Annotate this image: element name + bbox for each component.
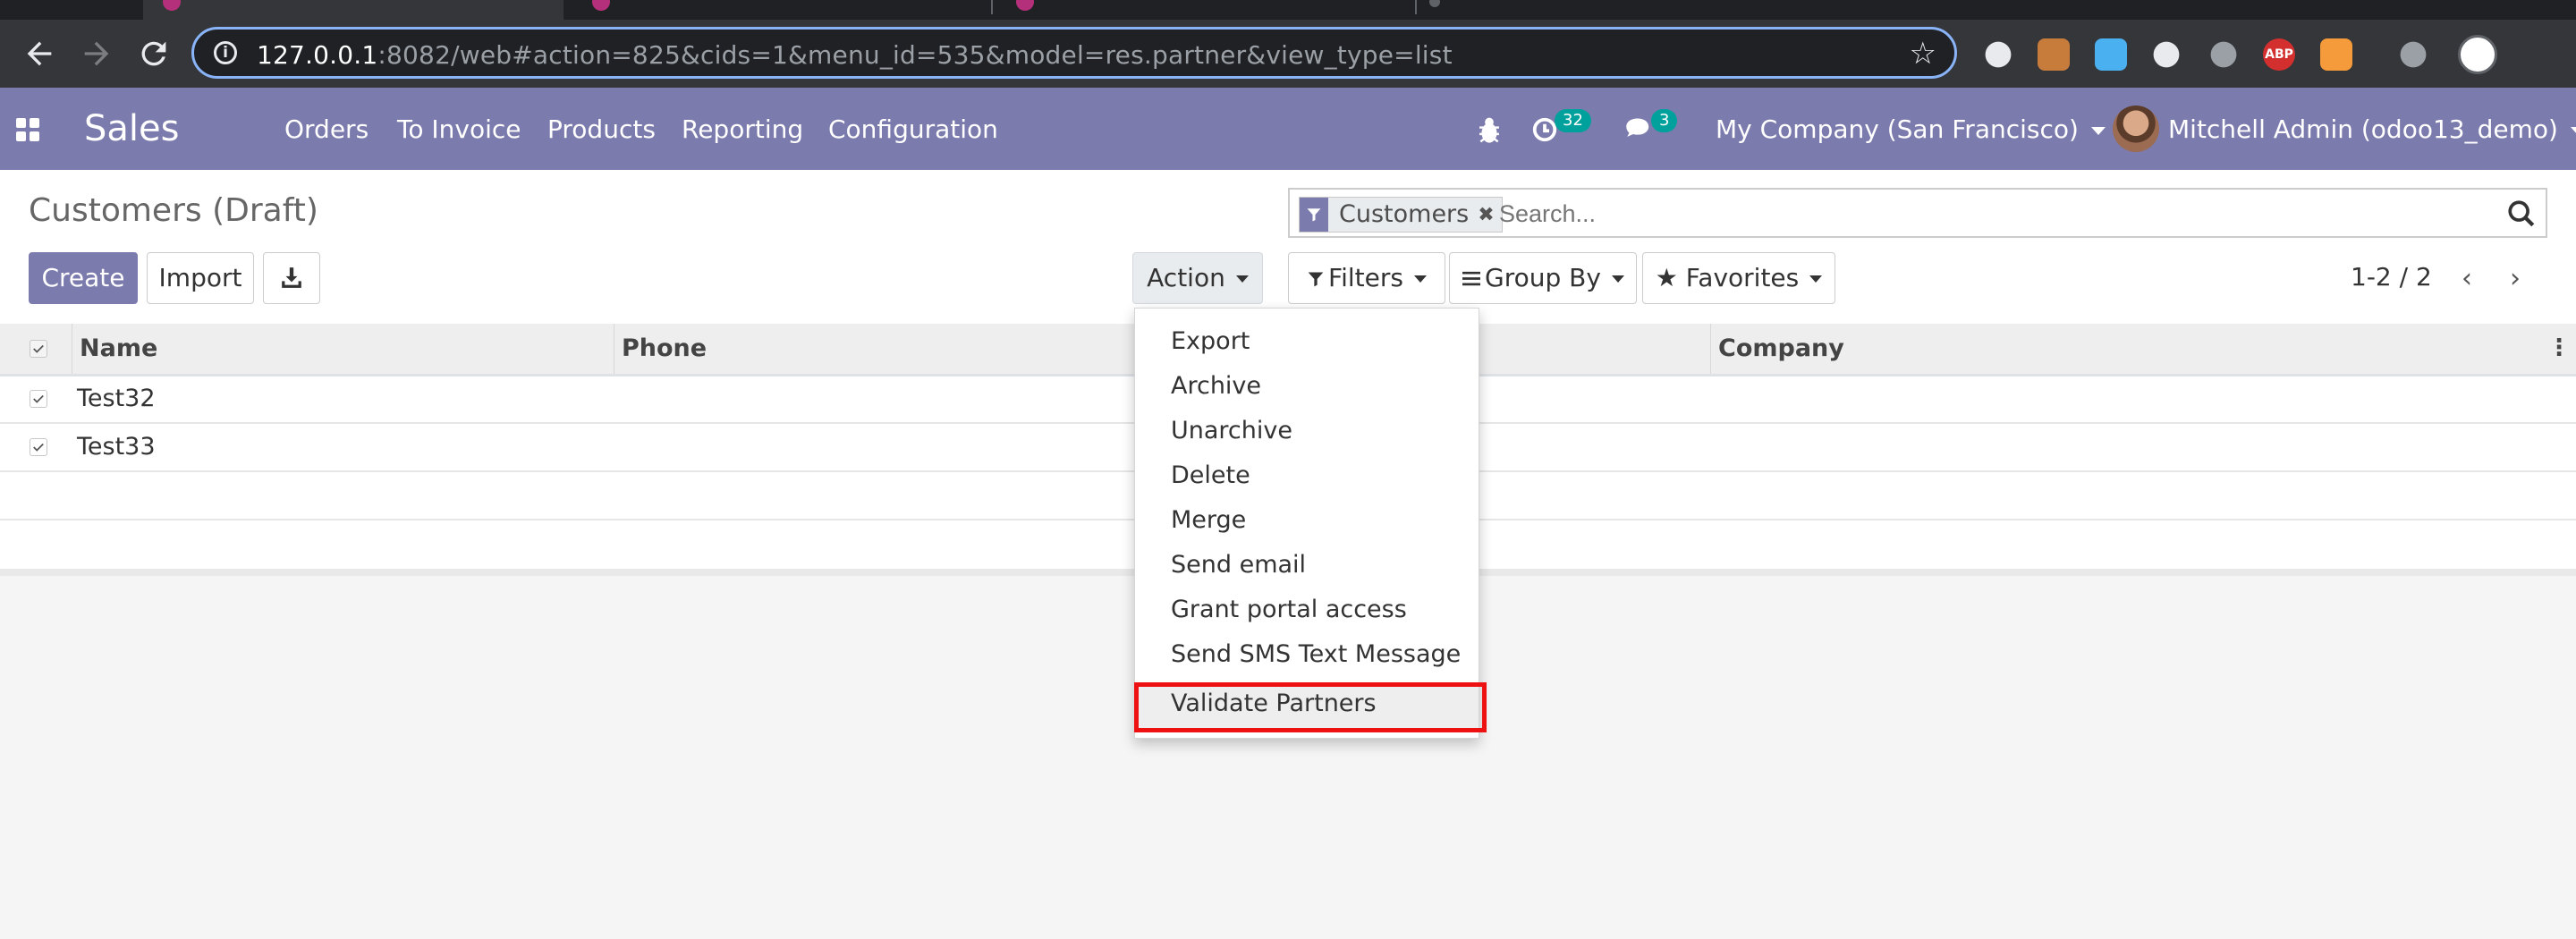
odoo-favicon-icon <box>592 0 610 11</box>
chevron-down-icon <box>1413 275 1427 283</box>
row-checkbox[interactable] <box>30 390 47 408</box>
orange-extension-icon[interactable] <box>2320 38 2352 71</box>
create-button[interactable]: Create <box>29 252 138 304</box>
reload-icon[interactable] <box>136 36 172 72</box>
column-header-name[interactable]: Name <box>72 324 614 374</box>
menu-item-send-email[interactable]: Send email <box>1171 550 1306 580</box>
bulb-icon[interactable] <box>2210 41 2237 68</box>
filters-button[interactable]: Filters <box>1288 252 1445 304</box>
menu-products[interactable]: Products <box>547 114 656 145</box>
chevron-down-icon <box>2570 126 2576 135</box>
list-bars-icon <box>1462 271 1481 286</box>
facet-label: Customers <box>1339 200 1470 228</box>
menu-item-unarchive[interactable]: Unarchive <box>1171 416 1292 446</box>
chevron-down-icon <box>1235 275 1249 283</box>
search-facet[interactable]: Customers ✖ <box>1299 197 1503 233</box>
chevron-down-icon <box>1611 275 1624 283</box>
optional-columns-icon[interactable]: ⋮ <box>2547 334 2571 361</box>
site-info-icon[interactable]: i <box>214 41 237 64</box>
chat-bubbles-icon <box>1626 118 1649 137</box>
browser-tab[interactable] <box>1422 0 1843 20</box>
debug-bug-icon[interactable] <box>1476 114 1503 145</box>
browser-tab-active[interactable] <box>143 0 564 20</box>
grid-extension-icon[interactable] <box>2153 41 2180 68</box>
bookmark-star-icon[interactable]: ☆ <box>1910 38 1936 69</box>
breadcrumb: Customers (Draft) <box>29 192 318 229</box>
chevron-right-icon[interactable]: › <box>2510 263 2521 294</box>
company-switcher[interactable]: My Company (San Francisco) <box>1716 114 2106 145</box>
select-all-checkbox[interactable] <box>30 340 47 358</box>
app-brand[interactable]: Sales <box>84 106 179 152</box>
adblock-icon[interactable]: ABP <box>2263 38 2295 71</box>
menu-item-merge[interactable]: Merge <box>1171 505 1246 536</box>
menu-item-send-sms[interactable]: Send SMS Text Message <box>1171 639 1461 670</box>
download-button[interactable] <box>263 252 320 304</box>
chevron-down-icon <box>1809 275 1823 283</box>
tab-favicon-icon <box>1429 0 1440 7</box>
menu-item-export[interactable]: Export <box>1171 326 1250 357</box>
group-by-button[interactable]: Group By <box>1449 252 1637 304</box>
address-bar[interactable]: i 127.0.0.1:8082/web#action=825&cids=1&m… <box>191 27 1957 79</box>
menu-to-invoice[interactable]: To Invoice <box>397 114 521 145</box>
import-button[interactable]: Import <box>147 252 254 304</box>
forward-arrow-icon[interactable] <box>79 36 114 72</box>
action-dropdown-button[interactable]: Action <box>1132 252 1263 304</box>
menu-configuration[interactable]: Configuration <box>828 114 998 145</box>
cell-name[interactable]: Test32 <box>77 376 156 422</box>
menu-item-archive[interactable]: Archive <box>1171 371 1261 402</box>
filter-icon <box>1308 272 1324 287</box>
avatar <box>2113 106 2159 152</box>
pager-value[interactable]: 1-2 / 2 <box>2351 261 2432 293</box>
chevron-down-icon <box>2090 126 2106 135</box>
back-arrow-icon[interactable] <box>21 36 57 72</box>
color-ring-icon[interactable] <box>2095 38 2127 71</box>
odoo-favicon-icon <box>163 0 181 11</box>
playlist-icon[interactable] <box>2400 41 2427 68</box>
chevron-left-icon[interactable]: ‹ <box>2462 263 2472 294</box>
url-text[interactable]: 127.0.0.1:8082/web#action=825&cids=1&men… <box>257 40 1453 70</box>
user-name: Mitchell Admin (odoo13_demo) <box>2168 114 2558 144</box>
column-header-company[interactable]: Company <box>1710 324 2551 374</box>
menu-reporting[interactable]: Reporting <box>682 114 803 145</box>
apps-menu-icon[interactable] <box>16 118 39 141</box>
message-count-badge: 3 <box>1651 109 1678 132</box>
odoo-navbar: Sales Orders To Invoice Products Reporti… <box>0 88 2576 170</box>
filter-icon <box>1300 198 1328 232</box>
browser-toolbar: i 127.0.0.1:8082/web#action=825&cids=1&m… <box>0 20 2576 88</box>
browser-tab-strip <box>0 0 2576 20</box>
download-icon <box>282 267 301 288</box>
company-name: My Company (San Francisco) <box>1716 114 2079 144</box>
menu-item-delete[interactable]: Delete <box>1171 461 1250 491</box>
cell-name[interactable]: Test33 <box>77 424 156 470</box>
search-icon[interactable] <box>2506 199 2537 229</box>
annotation-highlight-box <box>1134 682 1487 732</box>
action-dropdown-menu: Export Archive Unarchive Delete Merge Se… <box>1134 308 1479 739</box>
row-checkbox[interactable] <box>30 438 47 456</box>
menu-orders[interactable]: Orders <box>284 114 369 145</box>
search-view[interactable]: Customers ✖ <box>1288 188 2547 238</box>
activity-count-badge: 32 <box>1555 109 1591 132</box>
menu-item-grant-portal-access[interactable]: Grant portal access <box>1171 595 1407 625</box>
monkey-icon[interactable] <box>2038 38 2070 71</box>
browser-tab[interactable] <box>996 0 1417 20</box>
star-icon: ★ <box>1655 263 1678 292</box>
control-panel: Customers (Draft) Customers ✖ Create Imp… <box>0 170 2576 324</box>
activity-menu[interactable]: 32 <box>1531 109 1603 148</box>
browser-tab[interactable] <box>572 0 993 20</box>
favorites-button[interactable]: ★ Favorites <box>1642 252 1835 304</box>
search-input[interactable] <box>1497 195 2485 233</box>
odoo-favicon-icon <box>1016 0 1034 11</box>
cloud-icon[interactable] <box>1985 41 2012 68</box>
messaging-menu[interactable]: 3 <box>1624 109 1696 148</box>
browser-profile-avatar[interactable] <box>2458 35 2497 74</box>
